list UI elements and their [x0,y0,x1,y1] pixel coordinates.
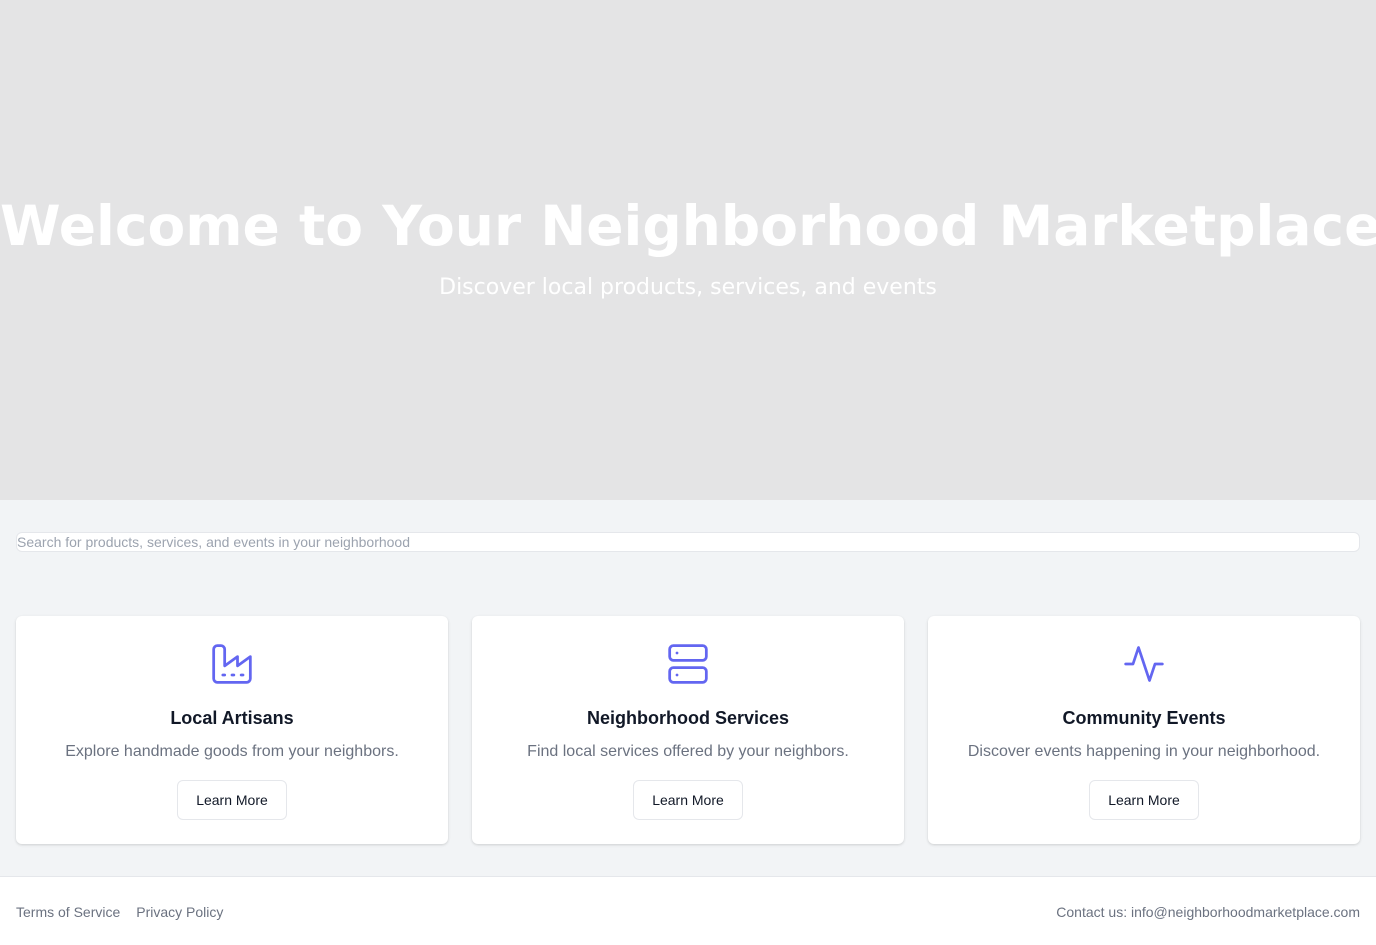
privacy-policy-link[interactable]: Privacy Policy [136,902,223,922]
card-neighborhood-services: Neighborhood Services Find local service… [472,616,904,844]
card-local-artisans: Local Artisans Explore handmade goods fr… [16,616,448,844]
footer: Terms of Service Privacy Policy Contact … [0,876,1376,945]
learn-more-button[interactable]: Learn More [1089,780,1199,820]
learn-more-button[interactable]: Learn More [177,780,287,820]
learn-more-button[interactable]: Learn More [633,780,743,820]
search-input[interactable] [16,532,1360,552]
card-description: Discover events happening in your neighb… [967,743,1321,760]
server-icon [668,644,708,684]
hero-title: Welcome to Your Neighborhood Marketplace [0,194,1376,258]
card-title: Community Events [1062,708,1226,728]
contact-info: Contact us: info@neighborhoodmarketplace… [1056,904,1360,920]
hero-banner: Welcome to Your Neighborhood Marketplace… [0,0,1376,500]
card-community-events: Community Events Discover events happeni… [928,616,1360,844]
factory-icon [212,644,252,684]
card-description: Explore handmade goods from your neighbo… [65,743,399,760]
activity-icon [1124,646,1164,682]
terms-of-service-link[interactable]: Terms of Service [16,902,120,922]
footer-links: Terms of Service Privacy Policy [16,902,223,922]
card-title: Local Artisans [170,708,294,728]
search-bar [16,532,1360,552]
card-description: Find local services offered by your neig… [527,743,849,760]
card-title: Neighborhood Services [586,708,790,728]
hero-subtitle: Discover local products, services, and e… [439,275,937,300]
